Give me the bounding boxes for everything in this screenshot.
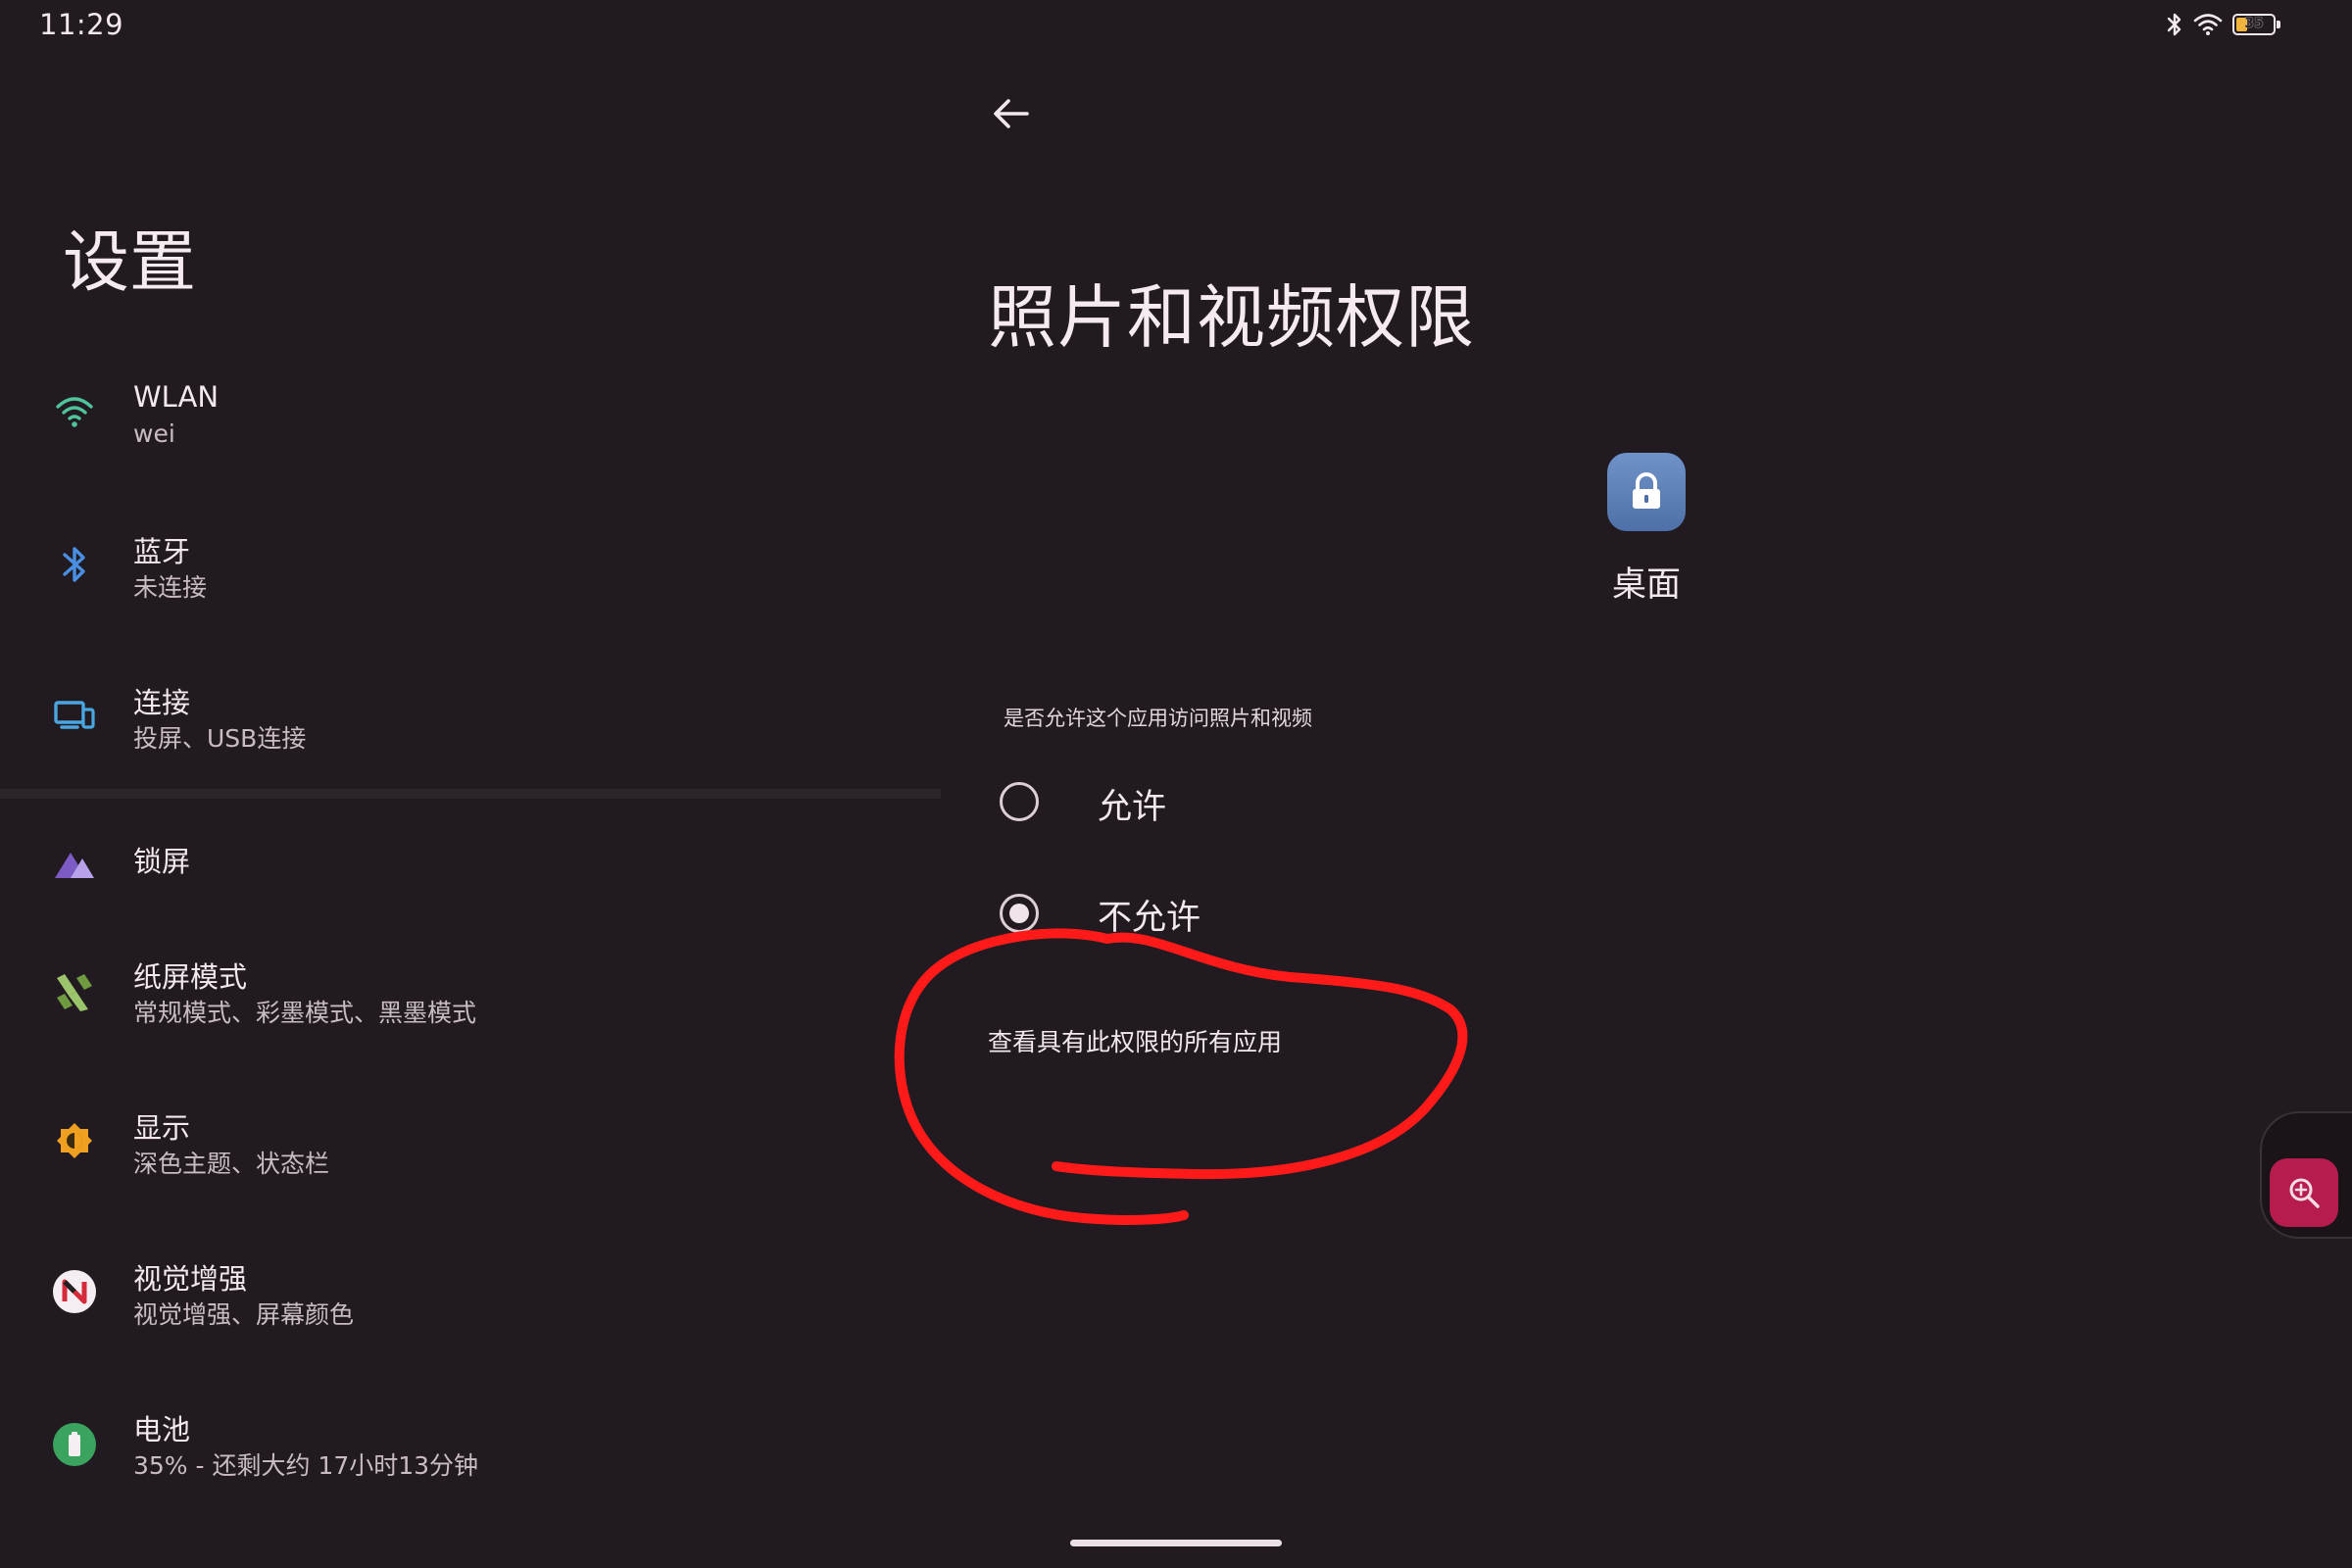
sidebar-item-title: 蓝牙 — [133, 535, 191, 568]
sidebar-item-subtitle: 35% - 还剩大约 17小时13分钟 — [133, 1451, 479, 1480]
permission-detail: 照片和视频权限 桌面 是否允许这个应用访问照片和视频 允许 不允许 查看具有此权… — [941, 0, 2352, 1568]
sidebar-item-title: 电池 — [133, 1413, 191, 1446]
sidebar-item-title: 视觉增强 — [133, 1262, 248, 1296]
sidebar-item-lockscreen[interactable]: 锁屏 — [0, 815, 941, 943]
sidebar-item-title: 显示 — [133, 1111, 191, 1145]
sidebar-item-subtitle: 常规模式、彩墨模式、黑墨模式 — [133, 999, 477, 1027]
devices-icon — [49, 690, 100, 741]
sidebar-item-vision-enhance[interactable]: 视觉增强 视觉增强、屏幕颜色 — [0, 1249, 941, 1376]
zoom-button[interactable] — [2270, 1158, 2338, 1227]
back-button[interactable] — [984, 86, 1039, 141]
see-all-apps-link[interactable]: 查看具有此权限的所有应用 — [988, 1023, 1282, 1058]
sidebar-item-bluetooth[interactable]: 蓝牙 未连接 — [0, 504, 941, 631]
paper-mode-icon — [49, 966, 100, 1017]
sidebar-item-wlan[interactable]: WLAN wei — [0, 353, 941, 480]
sidebar-item-connections[interactable]: 连接 投屏、USB连接 — [0, 655, 941, 782]
settings-sidebar: 设置 WLAN wei 蓝牙 未连接 连接 投屏、USB连接 锁屏 纸屏模式 常… — [0, 0, 941, 1568]
sidebar-item-title: 纸屏模式 — [133, 960, 248, 994]
sidebar-item-battery[interactable]: 电池 35% - 还剩大约 17小时13分钟 — [0, 1399, 941, 1527]
wifi-icon — [49, 386, 100, 437]
radio-deny[interactable] — [1000, 894, 1039, 933]
bluetooth-icon — [49, 539, 100, 590]
option-allow[interactable]: 允许 — [941, 760, 1921, 848]
sidebar-item-subtitle: 深色主题、状态栏 — [133, 1150, 330, 1178]
section-divider — [0, 789, 941, 799]
sidebar-item-title: 锁屏 — [133, 845, 191, 878]
zoom-in-icon — [2289, 1178, 2320, 1208]
lockscreen-icon — [49, 839, 100, 890]
home-indicator[interactable] — [1070, 1540, 1282, 1546]
settings-title: 设置 — [63, 224, 197, 302]
battery-icon — [49, 1419, 100, 1470]
brightness-icon — [49, 1115, 100, 1166]
permission-question: 是否允许这个应用访问照片和视频 — [1004, 707, 1312, 730]
page-title: 照片和视频权限 — [988, 277, 1475, 358]
option-deny[interactable]: 不允许 — [941, 870, 1921, 958]
app-name: 桌面 — [1611, 565, 1681, 605]
app-icon — [1607, 453, 1686, 531]
vision-enhance-icon — [49, 1266, 100, 1317]
lock-icon — [1633, 472, 1660, 509]
sidebar-item-subtitle: wei — [133, 419, 175, 448]
sidebar-item-subtitle: 未连接 — [133, 573, 208, 602]
sidebar-item-display[interactable]: 显示 深色主题、状态栏 — [0, 1098, 941, 1225]
sidebar-item-title: 连接 — [133, 686, 191, 719]
sidebar-item-title: WLAN — [133, 380, 220, 414]
option-label: 允许 — [1098, 788, 1167, 827]
sidebar-item-paper-mode[interactable]: 纸屏模式 常规模式、彩墨模式、黑墨模式 — [0, 947, 941, 1074]
radio-allow[interactable] — [1000, 782, 1039, 821]
arrow-back-icon — [994, 99, 1029, 128]
option-label: 不允许 — [1098, 899, 1201, 938]
screen: 11:29 35 设置 WLAN wei 蓝牙 未连接 连接 投屏、USB连接 … — [0, 0, 2352, 1568]
sidebar-item-subtitle: 投屏、USB连接 — [133, 724, 307, 753]
sidebar-item-subtitle: 视觉增强、屏幕颜色 — [133, 1300, 355, 1329]
